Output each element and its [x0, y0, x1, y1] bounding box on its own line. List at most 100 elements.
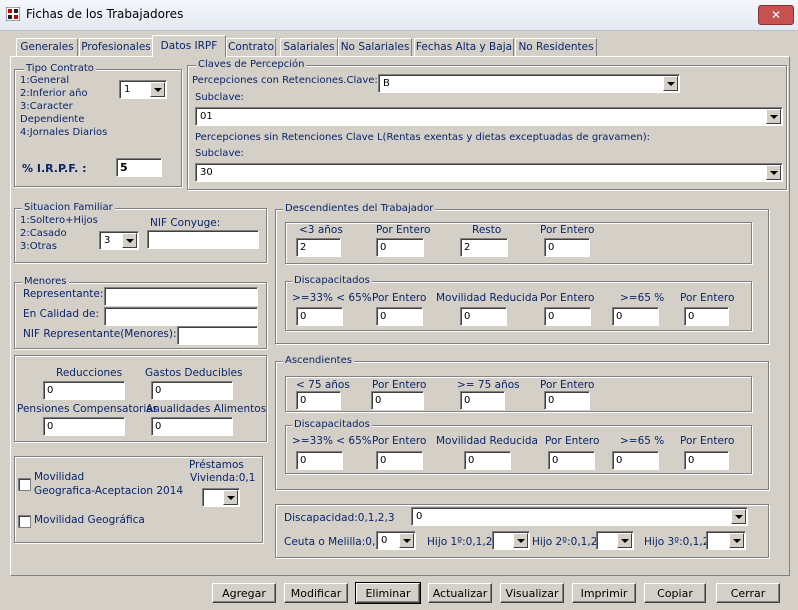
representante-label: Representante:: [23, 288, 104, 300]
mayor75-input[interactable]: 0: [460, 391, 505, 410]
tipo-contrato-select[interactable]: 1: [119, 80, 167, 99]
tab-no-salariales[interactable]: No Salariales: [338, 38, 412, 56]
close-icon: ✕: [770, 8, 782, 22]
ceuta-select[interactable]: 0: [376, 531, 416, 550]
ascendientes-discapacitados-group: [285, 425, 752, 474]
eliminar-button[interactable]: Eliminar: [355, 582, 421, 604]
resto-label: Resto: [472, 224, 502, 236]
resto-input[interactable]: 2: [460, 238, 508, 257]
disc-input[interactable]: 0: [376, 307, 423, 326]
tipo-contrato-title: Tipo Contrato: [24, 63, 96, 74]
hijo1-label: Hijo 1º:0,1,2: [427, 536, 493, 548]
chevron-down-icon[interactable]: [729, 533, 744, 548]
nif-representante-input[interactable]: [177, 326, 258, 345]
nif-conyuge-input[interactable]: [147, 230, 259, 249]
visualizar-button[interactable]: Visualizar: [500, 583, 564, 603]
tipo-contrato-option: Dependiente: [20, 114, 85, 125]
disc-input[interactable]: 0: [684, 307, 729, 326]
chevron-down-icon[interactable]: [513, 533, 528, 548]
tab-datos-irpf[interactable]: Datos IRPF: [152, 35, 226, 57]
close-button[interactable]: ✕: [758, 5, 794, 25]
anualidades-input[interactable]: 0: [151, 417, 233, 436]
imprimir-button[interactable]: Imprimir: [572, 583, 636, 603]
disc-input[interactable]: 0: [296, 307, 343, 326]
ascendientes-title: Ascendientes: [283, 355, 354, 366]
prestamos-select[interactable]: [202, 488, 240, 507]
asc-disc-label: Movilidad Reducida: [436, 435, 538, 447]
hijo3-select[interactable]: [706, 531, 746, 550]
irpf-input[interactable]: 5: [116, 158, 162, 177]
tab-salariales[interactable]: Salariales: [280, 38, 338, 56]
subclave2-select[interactable]: 30: [195, 163, 783, 182]
calidad-input[interactable]: [104, 307, 258, 326]
menor3-label: <3 años: [299, 224, 343, 236]
calidad-label: En Calidad de:: [23, 308, 99, 320]
representante-input[interactable]: [104, 287, 258, 306]
ascendientes-discapacitados-title: Discapacitados: [292, 419, 372, 430]
movilidad-aceptacion-label: Geografica-Aceptacion 2014: [34, 485, 184, 497]
copiar-button[interactable]: Copiar: [644, 583, 706, 603]
chevron-down-icon[interactable]: [766, 109, 781, 124]
discapacidad-select[interactable]: 0: [411, 507, 748, 526]
situacion-option: 3:Otras: [20, 241, 57, 252]
con-retenciones-select[interactable]: B: [378, 74, 680, 93]
modificar-button[interactable]: Modificar: [284, 583, 348, 603]
prestamos-label: Vivienda:0,1: [190, 472, 256, 484]
movilidad-aceptacion-checkbox[interactable]: [18, 478, 31, 491]
disc-label: >=33% < 65%: [292, 292, 372, 304]
asc-disc-label: Por Entero: [680, 435, 735, 447]
actualizar-button[interactable]: Actualizar: [428, 583, 492, 603]
asc-disc-label: >=33% < 65%: [292, 435, 372, 447]
disc-input[interactable]: 0: [460, 307, 507, 326]
asc-disc-input[interactable]: 0: [684, 451, 729, 470]
tab-contrato[interactable]: Contrato: [226, 38, 276, 56]
asc-disc-label: >=65 %: [620, 435, 665, 447]
descendientes-subgroup: [285, 222, 752, 264]
entero2-label: Por Entero: [540, 224, 595, 236]
agregar-button[interactable]: Agregar: [212, 583, 276, 603]
situacion-option: 1:Soltero+Hijos: [20, 215, 98, 226]
chevron-down-icon[interactable]: [617, 533, 632, 548]
pensiones-label: Pensiones Compensatorias: [17, 403, 159, 415]
hijo2-select[interactable]: [596, 531, 634, 550]
menor3-input[interactable]: 2: [296, 238, 341, 257]
entero2-input[interactable]: 0: [544, 238, 590, 257]
situacion-select[interactable]: 3: [99, 231, 139, 250]
hijo2-label: Hijo 2º:0,1,2: [532, 536, 598, 548]
window-title: Fichas de los Trabajadores: [26, 7, 184, 21]
entero1-input[interactable]: 0: [376, 238, 424, 257]
asc-disc-input[interactable]: 0: [612, 451, 659, 470]
tab-profesionales[interactable]: Profesionales: [79, 38, 153, 56]
asc-entero1-input[interactable]: 0: [371, 391, 424, 410]
chevron-down-icon[interactable]: [663, 76, 678, 91]
disc-label: Por Entero: [540, 292, 595, 304]
chevron-down-icon[interactable]: [150, 82, 165, 97]
tipo-contrato-option: 3:Caracter: [20, 101, 73, 112]
chevron-down-icon[interactable]: [122, 233, 137, 248]
reducciones-input[interactable]: 0: [43, 381, 125, 400]
menor75-input[interactable]: 0: [296, 391, 341, 410]
disc-input[interactable]: 0: [612, 307, 659, 326]
tab-no-residentes[interactable]: No Residentes: [515, 38, 597, 56]
chevron-down-icon[interactable]: [766, 165, 781, 180]
chevron-down-icon[interactable]: [223, 490, 238, 505]
asc-disc-input[interactable]: 0: [296, 451, 343, 470]
chevron-down-icon[interactable]: [399, 533, 414, 548]
asc-disc-input[interactable]: 0: [464, 451, 511, 470]
asc-entero2-input[interactable]: 0: [544, 391, 590, 410]
hijo1-select[interactable]: [492, 531, 530, 550]
mayor75-label: >= 75 años: [457, 379, 520, 391]
tab-generales[interactable]: Generales: [16, 38, 78, 56]
disc-label: >=65 %: [620, 292, 665, 304]
tab-fechas-alta-baja[interactable]: Fechas Alta y Baja: [414, 38, 514, 56]
asc-disc-input[interactable]: 0: [548, 451, 595, 470]
asc-disc-input[interactable]: 0: [376, 451, 423, 470]
movilidad-geografica-checkbox[interactable]: [18, 515, 31, 528]
pensiones-input[interactable]: 0: [43, 417, 125, 436]
disc-input[interactable]: 0: [544, 307, 591, 326]
cerrar-button[interactable]: Cerrar: [716, 583, 780, 603]
chevron-down-icon[interactable]: [731, 509, 746, 524]
gastos-input[interactable]: 0: [151, 381, 233, 400]
disc-label: Por Entero: [680, 292, 735, 304]
subclave1-select[interactable]: 01: [195, 107, 783, 126]
